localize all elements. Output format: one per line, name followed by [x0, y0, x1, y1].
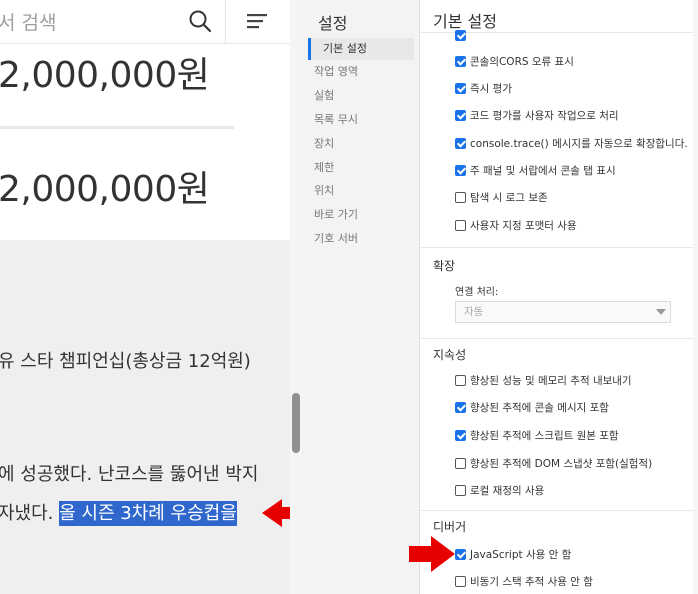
settings-sidebar: 설정 기본 설정 작업 영역 실험 목록 무시 장치 제한 위치 바로 가기 기… — [302, 0, 420, 594]
article-text-line: 자냈다. 올 시즌 3차례 우승컵을 — [0, 499, 237, 526]
checkbox[interactable] — [455, 548, 466, 560]
red-arrow-annotation-icon — [409, 536, 455, 572]
settings-content: 기본 설정 콘솔의CORS 오류 표시 즉시 평가 코드 평가를 사용자 작업으… — [421, 0, 698, 594]
checkbox[interactable] — [455, 374, 466, 386]
checkbox-label: 비동기 스택 추적 사용 안 함 — [470, 575, 593, 588]
checkbox-export-perf[interactable]: 향상된 성능 및 메모리 추적 내보내기 — [455, 371, 632, 389]
checkbox[interactable] — [455, 575, 466, 587]
web-page-viewport: 서 검색 2,000,000원 2,000,000원 유 스타 챔피언십(총상금… — [0, 0, 308, 594]
checkbox-label: 향상된 추적에 DOM 스냅샷 포함(실험적) — [470, 457, 653, 470]
checkbox-trace-dom[interactable]: 향상된 추적에 DOM 스냅샷 포함(실험적) — [455, 454, 652, 472]
checkbox-label: JavaScript 사용 안 함 — [470, 548, 572, 561]
checkbox[interactable] — [455, 191, 466, 203]
checkbox-label: 콘솔의CORS 오류 표시 — [470, 55, 574, 68]
nav-item-symbol-server[interactable]: 기호 서버 — [308, 228, 414, 250]
link-handling-select[interactable]: 자동 — [455, 301, 671, 323]
settings-scrollbar-track[interactable] — [693, 0, 698, 594]
chevron-down-icon — [656, 309, 666, 315]
checkbox-label: 로컬 재정의 사용 — [470, 484, 545, 497]
divider — [421, 338, 698, 339]
checkbox-custom-formatters[interactable]: 사용자 지정 포맷터 사용 — [455, 216, 577, 234]
checkbox[interactable] — [455, 137, 466, 149]
checkbox-label: 향상된 추적에 스크립트 원본 포함 — [470, 429, 619, 442]
nav-item-workspace[interactable]: 작업 영역 — [308, 61, 414, 83]
link-handling-label: 연결 처리: — [455, 287, 499, 298]
checkbox-disable-javascript[interactable]: JavaScript 사용 안 함 — [455, 545, 571, 563]
hamburger-menu-icon[interactable] — [245, 10, 269, 32]
page-scrollbar-thumb[interactable] — [292, 393, 300, 453]
red-arrow-annotation-icon — [262, 499, 308, 527]
checkbox-cors-errors[interactable]: 콘솔의CORS 오류 표시 — [455, 52, 574, 70]
checkbox[interactable] — [455, 219, 466, 231]
checkbox-disable-async-stack[interactable]: 비동기 스택 추적 사용 안 함 — [455, 572, 593, 590]
checkbox[interactable] — [455, 55, 466, 67]
checkbox-label: 향상된 추적에 콘솔 메시지 포함 — [470, 401, 609, 414]
checkbox[interactable] — [455, 484, 466, 496]
price-text: 2,000,000원 — [0, 55, 210, 96]
section-title-persistence: 지속성 — [433, 348, 467, 362]
article-body: 유 스타 챔피언십(총상금 12억원) 에 성공했다. 난코스를 뚫어낸 박지 … — [0, 240, 290, 594]
checkbox-expand-trace[interactable]: console.trace() 메시지를 자동으로 확장합니다. — [455, 134, 688, 152]
select-value: 자동 — [464, 306, 484, 318]
checkbox-console-drawer[interactable]: 주 패널 및 서랍에서 콘솔 탭 표시 — [455, 161, 616, 179]
checkbox[interactable] — [455, 401, 466, 413]
checkbox[interactable] — [455, 29, 466, 41]
checkbox[interactable] — [455, 82, 466, 94]
nav-item-preferences[interactable]: 기본 설정 — [308, 38, 414, 60]
checkbox-label: console.trace() 메시지를 자동으로 확장합니다. — [470, 137, 688, 150]
search-input[interactable]: 서 검색 — [0, 0, 226, 44]
checkbox-row-clipped[interactable] — [455, 26, 470, 44]
checkbox-label: 탐색 시 로그 보존 — [470, 191, 548, 204]
checkbox[interactable] — [455, 457, 466, 469]
checkbox-label: 주 패널 및 서랍에서 콘솔 탭 표시 — [470, 164, 616, 177]
checkbox-trace-console[interactable]: 향상된 추적에 콘솔 메시지 포함 — [455, 398, 609, 416]
article-text-line: 유 스타 챔피언십(총상금 12억원) — [0, 351, 251, 372]
settings-title: 설정 — [318, 14, 348, 33]
checkbox-trace-scripts[interactable]: 향상된 추적에 스크립트 원본 포함 — [455, 426, 619, 444]
nav-item-experiments[interactable]: 실험 — [308, 85, 414, 107]
search-icon[interactable] — [188, 9, 212, 33]
nav-item-throttling[interactable]: 제한 — [308, 157, 414, 179]
divider — [0, 126, 234, 129]
checkbox-local-overrides[interactable]: 로컬 재정의 사용 — [455, 481, 544, 499]
divider — [421, 510, 698, 511]
nav-item-locations[interactable]: 위치 — [308, 180, 414, 202]
checkbox-user-activation[interactable]: 코드 평가를 사용자 작업으로 처리 — [455, 106, 619, 124]
article-text-line: 에 성공했다. 난코스를 뚫어낸 박지 — [0, 464, 259, 485]
checkbox[interactable] — [455, 164, 466, 176]
checkbox[interactable] — [455, 109, 466, 121]
page-scrollbar-track[interactable] — [290, 0, 302, 594]
divider — [421, 247, 698, 248]
section-title-extensions: 확장 — [433, 259, 456, 273]
checkbox-label: 향상된 성능 및 메모리 추적 내보내기 — [470, 374, 632, 387]
article-text-plain: 자냈다. — [0, 503, 60, 524]
checkbox[interactable] — [455, 429, 466, 441]
nav-item-ignore-list[interactable]: 목록 무시 — [308, 109, 414, 131]
nav-item-shortcuts[interactable]: 바로 가기 — [308, 204, 414, 226]
checkbox-eager-eval[interactable]: 즉시 평가 — [455, 79, 512, 97]
checkbox-label: 즉시 평가 — [470, 82, 512, 95]
section-title-debugger: 디버거 — [433, 520, 467, 534]
nav-item-devices[interactable]: 장치 — [308, 133, 414, 155]
price-text: 2,000,000원 — [0, 169, 210, 210]
checkbox-label: 코드 평가를 사용자 작업으로 처리 — [470, 109, 619, 122]
search-bar: 서 검색 — [0, 0, 290, 44]
checkbox-label: 사용자 지정 포맷터 사용 — [470, 219, 577, 232]
checkbox-preserve-log[interactable]: 탐색 시 로그 보존 — [455, 188, 548, 206]
search-placeholder: 서 검색 — [0, 12, 57, 34]
selected-text-highlight[interactable]: 올 시즌 3차례 우승컵을 — [59, 501, 237, 526]
